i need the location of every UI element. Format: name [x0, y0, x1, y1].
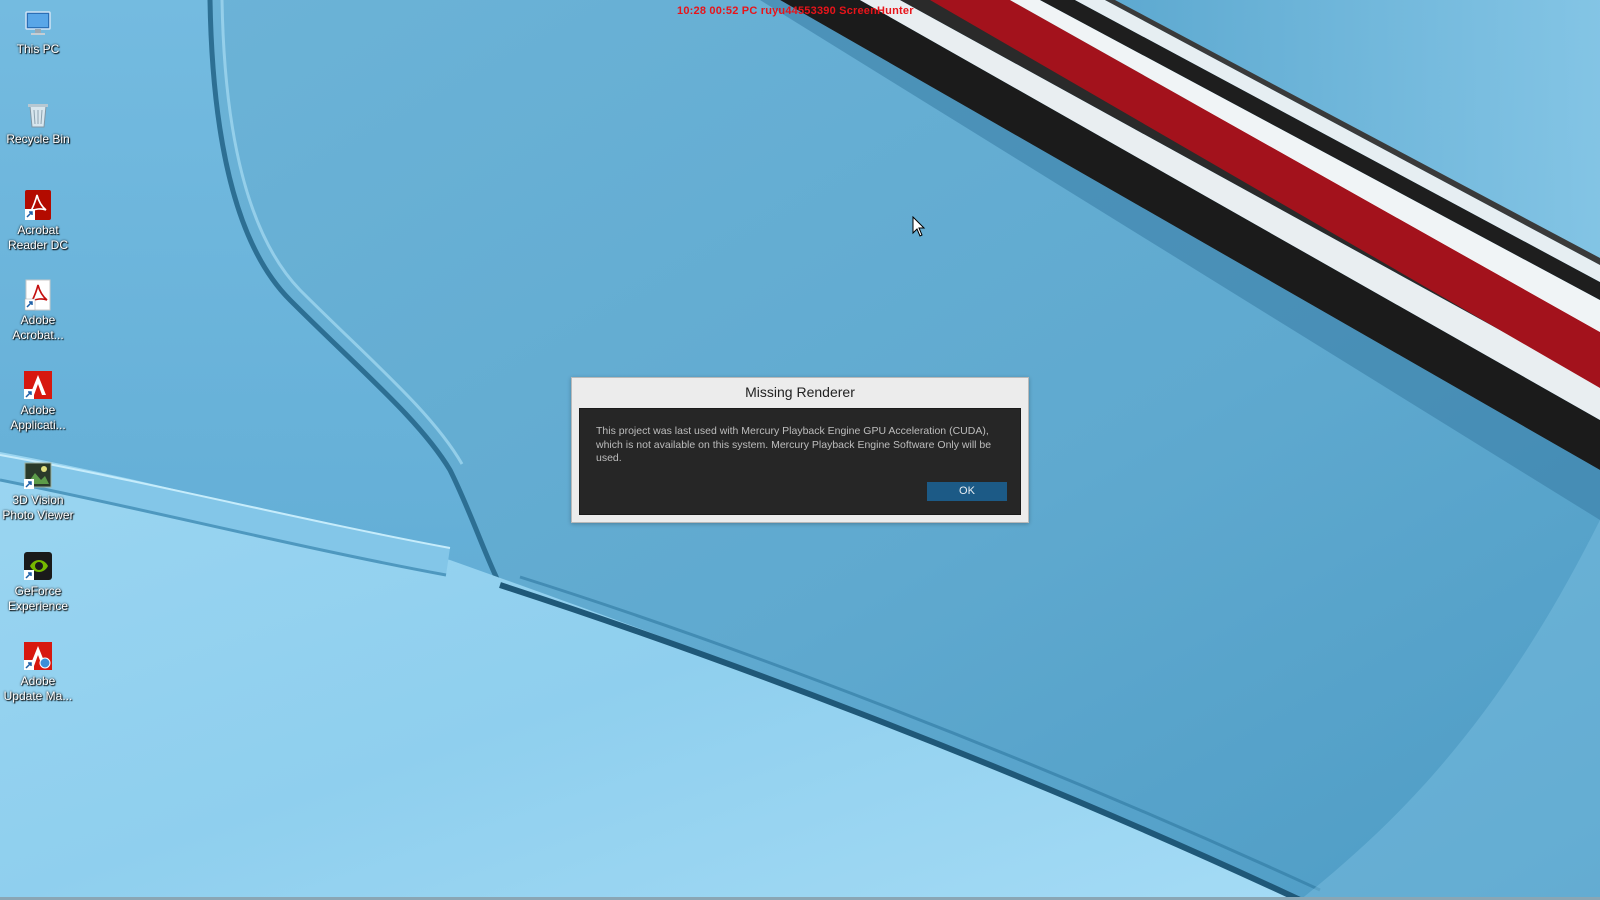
dialog-message: This project was last used with Mercury … [596, 425, 992, 464]
ok-button[interactable]: OK [927, 482, 1007, 501]
mouse-pointer-icon [912, 216, 926, 237]
desktop-icon-3d-vision-photo-viewer[interactable]: 3D Vision Photo Viewer [0, 453, 76, 539]
desktop: 10:28 00:52 PC ruyu44553390 ScreenHunter… [0, 0, 1600, 900]
adobe-application-manager-icon [24, 371, 52, 399]
desktop-icon-label: Adobe Acrobat... [12, 313, 64, 342]
dialog-body: This project was last used with Mercury … [579, 408, 1021, 515]
acrobat-reader-icon [25, 190, 51, 220]
screenhunter-watermark: 10:28 00:52 PC ruyu44553390 ScreenHunter [677, 5, 914, 17]
dialog-title: Missing Renderer [745, 384, 855, 400]
desktop-icon-this-pc[interactable]: This PC [0, 2, 76, 88]
desktop-icon-label: Acrobat Reader DC [7, 223, 69, 252]
desktop-icon-acrobat-reader-dc[interactable]: Acrobat Reader DC [0, 183, 76, 269]
desktop-icon-label: This PC [16, 42, 60, 56]
desktop-icon-label: Adobe Applicati... [10, 403, 66, 432]
recycle-bin-icon [28, 104, 48, 128]
adobe-update-manager-icon [24, 642, 52, 670]
geforce-experience-icon [24, 552, 52, 580]
desktop-icon-geforce-experience[interactable]: GeForce Experience [0, 544, 76, 630]
desktop-icon-label: 3D Vision Photo Viewer [2, 493, 74, 522]
desktop-icon-label: Adobe Update Ma... [3, 674, 73, 703]
desktop-icon-adobe-acrobat[interactable]: Adobe Acrobat... [0, 273, 76, 359]
missing-renderer-dialog: Missing Renderer This project was last u… [571, 377, 1029, 523]
desktop-icon-recycle-bin[interactable]: Recycle Bin [0, 92, 76, 178]
3d-vision-photo-viewer-icon [24, 462, 52, 489]
adobe-acrobat-icon [24, 279, 51, 311]
desktop-icon-adobe-application-manager[interactable]: Adobe Applicati... [0, 363, 76, 449]
desktop-icon-label: Recycle Bin [6, 132, 70, 146]
this-pc-icon [25, 11, 51, 35]
desktop-icon-label: GeForce Experience [7, 584, 69, 613]
desktop-icon-adobe-update-manager[interactable]: Adobe Update Ma... [0, 634, 76, 720]
